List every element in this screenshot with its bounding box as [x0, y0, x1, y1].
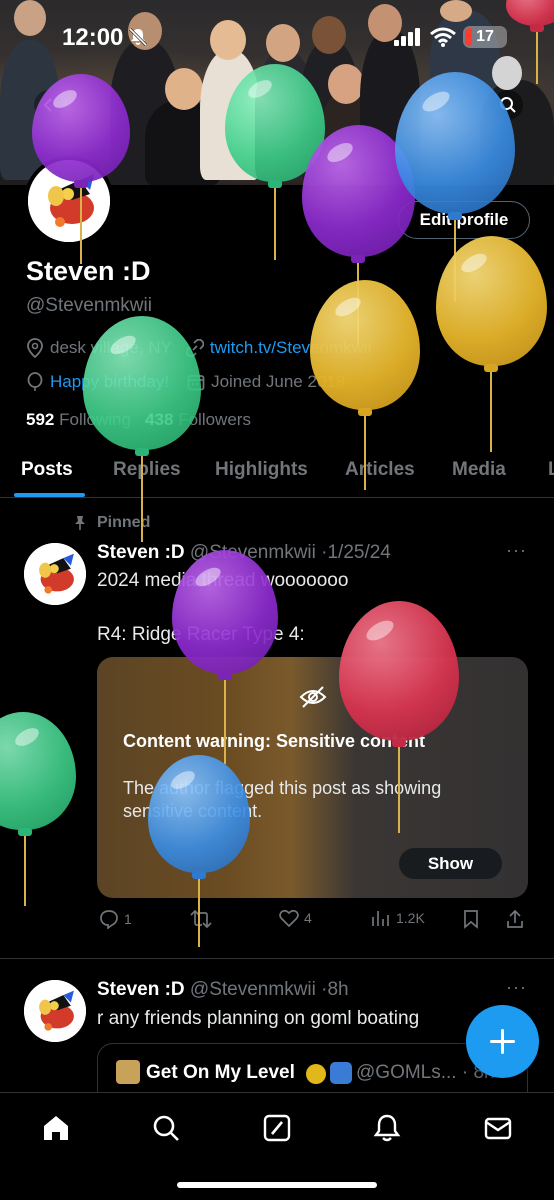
second-post-text: r any friends planning on goml boating — [97, 1008, 420, 1029]
tab-posts[interactable]: Posts — [21, 459, 73, 481]
analytics-icon — [372, 911, 389, 926]
balloon-green-3 — [0, 712, 76, 906]
follow-stats: 592 Following 438 Followers — [26, 410, 251, 430]
tab-replies[interactable]: Replies — [113, 459, 181, 481]
pinned-post-header: Steven :D @Stevenmkwii ·1/25/24 — [97, 542, 391, 563]
quoted-handle: @GOMLs... · 8h — [356, 1062, 495, 1083]
calendar-icon — [187, 373, 205, 391]
bell-icon[interactable] — [372, 1113, 402, 1143]
wifi-icon — [430, 27, 456, 47]
pin-icon — [75, 516, 85, 530]
profile-meta-row-1: desk village, NY twitch.tv/Stevenmkwii — [26, 338, 371, 358]
post-more-button[interactable]: ··· — [506, 540, 527, 561]
status-bar: 12:00 17 — [0, 0, 554, 74]
search-icon — [500, 97, 516, 113]
grok-icon[interactable] — [262, 1113, 292, 1143]
quoted-author: Get On My Level — [146, 1062, 295, 1083]
avatar-character-icon — [28, 160, 110, 242]
repost-icon — [190, 909, 212, 929]
active-tab-indicator — [14, 493, 85, 497]
post-avatar[interactable] — [24, 543, 86, 605]
post-author[interactable]: Steven :D — [97, 979, 185, 1000]
profile-handle: @Stevenmkwii — [26, 295, 152, 316]
link-icon — [185, 339, 204, 357]
pinned-indicator: Pinned — [72, 514, 150, 532]
post-actions: 1 4 1.2K — [97, 909, 527, 933]
post-more-button[interactable]: ··· — [506, 977, 527, 998]
search-icon[interactable] — [151, 1113, 181, 1143]
silent-bell-icon — [128, 27, 148, 47]
status-time: 12:00 — [62, 24, 124, 51]
profile-joined: Joined June 2018 — [211, 372, 346, 391]
heart-icon — [279, 909, 299, 927]
reply-icon — [100, 910, 118, 929]
post-avatar[interactable] — [24, 980, 86, 1042]
profile-avatar[interactable] — [24, 156, 114, 246]
pinned-post-text-line1: 2024 media thread wooooooo — [97, 570, 349, 591]
avatar-character-icon — [24, 980, 86, 1042]
avatar-character-icon — [24, 543, 86, 605]
pinned-label: Pinned — [97, 514, 151, 531]
back-button[interactable] — [34, 90, 64, 120]
home-icon[interactable] — [41, 1113, 71, 1143]
following-link[interactable]: 592 Following — [26, 410, 131, 429]
banner-search-button[interactable] — [493, 90, 523, 120]
cellular-signal-icon — [394, 28, 420, 46]
edit-profile-button[interactable]: Edit profile — [398, 201, 530, 239]
like-button[interactable]: 4 — [279, 909, 312, 927]
post-handle[interactable]: @Stevenmkwii — [190, 542, 316, 563]
goml-logo-icon — [116, 1060, 140, 1084]
profile-location: desk village, NY — [50, 338, 172, 357]
repost-button[interactable] — [190, 909, 217, 929]
content-warning-title: Content warning: Sensitive content — [123, 731, 426, 751]
verified-badge-icon — [306, 1064, 326, 1084]
battery-indicator: 17 — [463, 26, 507, 48]
followers-link[interactable]: 438 Followers — [145, 410, 251, 429]
post-time[interactable]: 8h — [327, 979, 348, 1000]
share-icon — [507, 909, 523, 928]
bookmark-icon — [464, 910, 478, 929]
location-icon — [26, 338, 44, 358]
profile-website-link[interactable]: twitch.tv/Stevenmkwii — [210, 338, 372, 358]
share-button[interactable] — [505, 909, 525, 929]
back-arrow-icon — [43, 98, 52, 112]
content-warning-body: The author flagged this post as showing … — [123, 778, 442, 821]
reply-button[interactable]: 1 — [99, 909, 132, 929]
mail-icon[interactable] — [483, 1113, 513, 1143]
tab-likes[interactable]: L — [548, 459, 554, 481]
compose-post-button[interactable] — [466, 1005, 539, 1078]
post-author[interactable]: Steven :D — [97, 542, 185, 563]
tab-highlights[interactable]: Highlights — [215, 459, 308, 481]
pinned-post-text-line2: R4: Ridge Racer Type 4: — [97, 624, 305, 645]
battery-level: 17 — [476, 28, 494, 45]
post-date[interactable]: 1/25/24 — [327, 542, 390, 563]
second-post-header: Steven :D @Stevenmkwii ·8h — [97, 979, 349, 1000]
balloon-yellow-2 — [436, 236, 547, 452]
post-handle[interactable]: @Stevenmkwii — [190, 979, 316, 1000]
tab-articles[interactable]: Articles — [345, 459, 415, 481]
content-warning-card[interactable]: Content warning: Sensitive content The a… — [97, 657, 528, 898]
post-divider — [0, 958, 554, 959]
views-button[interactable]: 1.2K — [371, 909, 425, 927]
bookmark-button[interactable] — [463, 909, 479, 929]
profile-name: Steven :D — [26, 256, 151, 286]
affiliate-badge-icon — [330, 1062, 352, 1084]
profile-meta-row-2: Happy birthday! Joined June 2018 — [26, 372, 345, 392]
balloon-icon — [26, 372, 44, 392]
eye-off-icon — [299, 686, 327, 708]
show-content-button[interactable]: Show — [399, 848, 502, 879]
profile-birthday[interactable]: Happy birthday! — [50, 372, 169, 392]
tab-media[interactable]: Media — [452, 459, 506, 481]
profile-tabs: Posts Replies Highlights Articles Media … — [0, 448, 554, 498]
home-indicator — [177, 1182, 377, 1188]
